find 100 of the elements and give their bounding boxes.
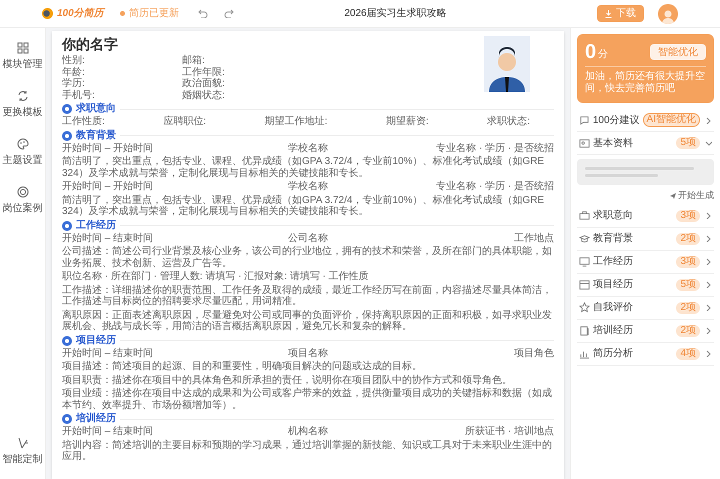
panel-item-label: 简历分析 (593, 346, 634, 361)
download-icon (605, 10, 612, 18)
document-title: 2026届实习生求职攻略 (344, 6, 447, 21)
logo-icon (42, 8, 53, 19)
description-text: 培训内容：简述培训的主要目标和预期的学习成果，通过培训掌握的新技能、知识或工具对于未来职业生涯中的应用。 (62, 440, 553, 462)
panel-item-label: 100分建议 (592, 114, 640, 128)
sidebar-item[interactable]: 主题设置 (2, 138, 42, 168)
chat-icon (579, 114, 590, 126)
person-silhouette-icon (487, 46, 527, 92)
count-badge: 2项 (676, 302, 700, 314)
calendar-icon (579, 279, 590, 290)
entry-header-text: 工作地点 (513, 232, 554, 244)
section-title: 教育背景 (76, 130, 116, 142)
sidebar-item[interactable]: 模块管理 (2, 42, 42, 72)
panel-item-label: 自我评价 (593, 300, 634, 315)
entry-header-text: 开始时间 – 结束时间 (62, 232, 154, 244)
sidebar-item[interactable]: 智能定制 (2, 437, 42, 467)
grid-icon (16, 42, 28, 54)
briefcase-icon (579, 210, 590, 221)
count-badge: 3项 (676, 210, 700, 222)
section-icon (62, 414, 72, 424)
field-label: 工作性质: (62, 116, 105, 128)
field-label: 应聘职位: (163, 116, 206, 128)
panel-item-label: 培训经历 (593, 324, 634, 338)
field-label: 性别: (62, 55, 86, 66)
field-label: 期望薪资: (386, 116, 429, 128)
field-label: 求职状态: (487, 116, 530, 128)
undo-icon[interactable] (198, 9, 208, 18)
section-title: 工作经历 (76, 220, 116, 232)
entry-header-text: 开始时间 – 结束时间 (62, 348, 154, 359)
section-icon (62, 336, 72, 346)
user-avatar[interactable] (658, 4, 678, 24)
count-badge: 3项 (676, 256, 700, 268)
panel-item[interactable]: 项目经历 5项 (577, 274, 714, 296)
entry-header-text: 项目名称 (287, 348, 329, 359)
swap-icon (16, 90, 28, 102)
count-badge: 2项 (676, 232, 700, 244)
panel-item-label: 求职意向 (593, 208, 634, 223)
field-label: 年龄: (62, 66, 86, 78)
entry-header-text: 学校名称 (287, 142, 329, 154)
entry-header-text: 专业名称 · 学历 · 是否统招 (435, 142, 554, 154)
generate-link[interactable]: 开始生成 (670, 189, 714, 202)
description-text: 项目业绩：描述你在项目中达成的成果和为公司或客户带来的效益，提供衡量项目成功的关键指标和数据（如成本节约、效率提升、市场份额增加等）。 (62, 388, 553, 411)
section-icon (62, 104, 72, 114)
count-badge: 4项 (676, 348, 700, 360)
logo-text: 100分简历 (57, 6, 104, 21)
section-title: 培训经历 (76, 413, 116, 425)
panel-item[interactable]: 教育背景 2项 (577, 228, 714, 250)
target-icon (16, 186, 28, 198)
field-label: 期望工作地址: (264, 116, 328, 128)
count-badge: 5项 (676, 278, 700, 290)
field-label: 邮箱: (182, 55, 206, 66)
field-label: 手机号: (62, 90, 96, 101)
section-icon (62, 130, 72, 140)
description-text: 工作描述：详细描述你的职责范围、工作任务及取得的成绩，最近工作经历写在前面，内容描述尽量具体简洁，工作描述与目标岗位的招聘要求尽量匹配，用词精准。 (62, 284, 553, 308)
panel-item[interactable]: 工作经历 3项 (577, 250, 714, 274)
field-label: 学历: (62, 78, 86, 90)
panel-item[interactable]: 培训经历 2项 (577, 320, 714, 342)
palette-icon (16, 138, 28, 150)
field-label: 政治面貌: (182, 78, 226, 90)
panel-item[interactable]: 求职意向 3项 (577, 204, 714, 228)
description-text: 职位名称 · 所在部门 · 管理人数: 请填写 · 汇报对象: 请填写 · 工作性质 (62, 271, 370, 282)
panel-item-label: 工作经历 (593, 255, 634, 269)
entry-header-text: 开始时间 – 开始时间 (62, 181, 154, 192)
resume-name: 你的名字 (62, 36, 119, 53)
score-unit: 分 (598, 48, 608, 62)
monitor-icon (579, 256, 590, 267)
panel-item[interactable]: 100分建议 AI智能优化 (577, 109, 714, 132)
send-icon (670, 192, 676, 199)
entry-header-text: 机构名称 (287, 426, 329, 438)
section-icon (62, 220, 72, 230)
sidebar-item[interactable]: 岗位案例 (2, 186, 42, 216)
panel-item-label: 项目经历 (593, 278, 634, 292)
section-title: 求职意向 (76, 103, 116, 115)
description-text: 公司描述：简述公司行业背景及核心业务，该公司的行业地位，拥有的技术和荣誉，及所在部门的具体职能，如业务拓展、技术创新、运营及广告等。 (62, 246, 553, 269)
description-text: 离职原因：正面表述离职原因，尽量避免对公司或同事的负面评价，保持离职原因的正面和积极，如寻求职业发展机会、挑战与成长等，用简洁的语言概括离职原因，避免冗长和复杂的解释。 (62, 310, 553, 332)
panel-item[interactable]: 自我评价 2项 (577, 296, 714, 320)
chevron-right-icon (705, 116, 712, 124)
save-status: 简历已更新 (129, 6, 179, 21)
count-badge: 5项 (676, 137, 700, 149)
panel-item-label: 教育背景 (593, 232, 634, 246)
entry-header-text: 公司名称 (287, 232, 329, 244)
count-badge: 2项 (676, 324, 700, 336)
graduation-cap-icon (579, 233, 590, 244)
redo-icon[interactable] (224, 9, 234, 18)
score-value: 0 (585, 42, 596, 62)
count-badge: AI智能优化 (642, 113, 700, 127)
description-text: 项目描述：简述项目的起源、目的和重要性，明确项目解决的问题或达成的目标。 (62, 361, 423, 372)
field-label: 工作年限: (182, 66, 226, 78)
entry-header-text: 专业名称 · 学历 · 是否统招 (435, 181, 554, 192)
description-text: 简洁明了，突出重点，包括专业、课程、优异成绩（如GPA 3.72/4，专业前10%）、标准化考试成绩（如GRE 324）及学术成就与荣誉，定制化展现与目标相关的关键技能和专长。 (62, 194, 546, 218)
panel-item[interactable]: 简历分析 4项 (577, 342, 714, 366)
entry-header-text: 开始时间 – 结束时间 (62, 426, 154, 438)
score-message: 加油，简历还有很大提升空间，快去完善简历吧 (585, 71, 706, 95)
sidebar-item[interactable]: 更换模板 (2, 90, 42, 120)
panel-item[interactable]: 基本资料 5项 (577, 132, 714, 155)
panel-item-label: 基本资料 (593, 136, 634, 150)
description-text: 项目职责：描述你在项目中的具体角色和所承担的责任，说明你在项目团队中的协作方式和领导角色。 (62, 374, 513, 386)
star-icon (579, 302, 590, 313)
id-card-icon (579, 138, 590, 148)
